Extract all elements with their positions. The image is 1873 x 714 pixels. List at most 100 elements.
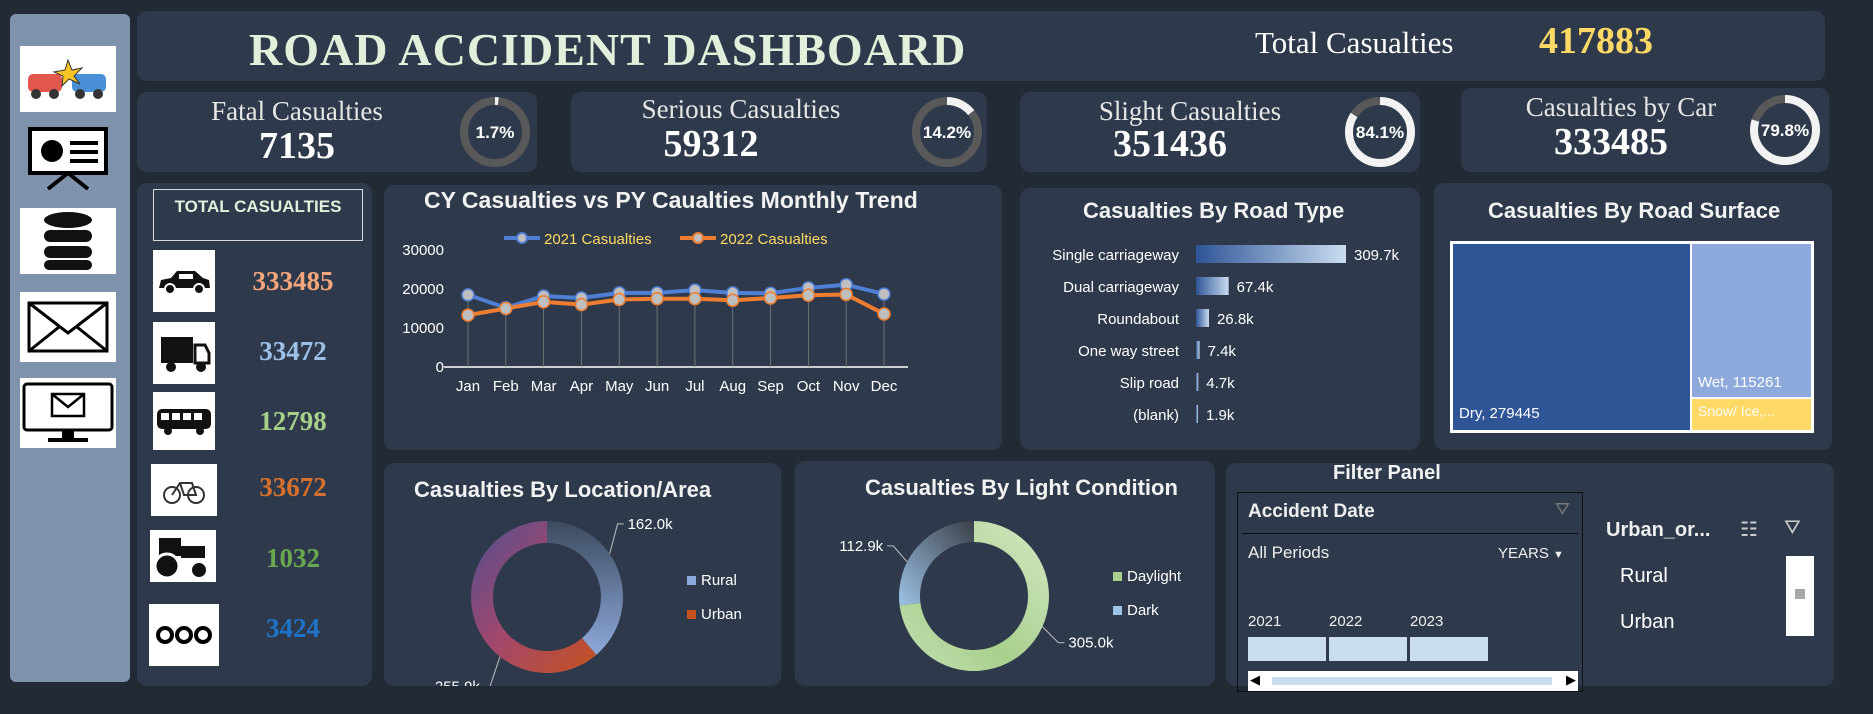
slice-value-label: 162.0k xyxy=(628,516,674,533)
treemap-label: Wet, 115261 xyxy=(1698,374,1782,391)
bar-category-label: Single carriageway xyxy=(1052,247,1179,264)
total-casualties-value: 417883 xyxy=(1539,20,1653,62)
kpi-serious: Serious Casualties 59312 14.2% xyxy=(571,92,987,172)
x-tick-label: Sep xyxy=(757,378,784,395)
bar-category-label: Roundabout xyxy=(1097,311,1180,328)
treemap-cell-dry: Dry, 279445 xyxy=(1453,244,1690,430)
data-point xyxy=(461,308,475,322)
treemap-label: Dry, 279445 xyxy=(1459,405,1540,422)
bar-category-label: (blank) xyxy=(1133,407,1179,424)
slice-value-label: 112.9k xyxy=(839,538,883,555)
donut-slice-rural xyxy=(547,521,623,655)
series-line xyxy=(467,292,885,318)
truck-icon xyxy=(153,322,215,384)
scroll-right-icon[interactable]: ▶ xyxy=(1566,672,1576,688)
area-slicer-title: Urban_or... xyxy=(1606,519,1711,541)
tractor-icon xyxy=(150,530,216,582)
legend-swatch xyxy=(687,610,696,619)
leader-line xyxy=(1042,626,1065,644)
kpi-ring: 79.8% xyxy=(1750,95,1820,165)
y-tick-label: 30000 xyxy=(402,242,444,259)
kpi-ring: 1.7% xyxy=(460,97,530,167)
data-point xyxy=(877,287,891,301)
presentation-icon[interactable] xyxy=(20,120,116,192)
date-slicer: Accident Date ⛛ All Periods YEARS ▼ 2021… xyxy=(1237,492,1583,692)
bar xyxy=(1196,405,1198,423)
scroll-left-icon[interactable]: ◀ xyxy=(1250,672,1260,688)
timeline-bar[interactable] xyxy=(1410,637,1488,661)
clear-filter-icon[interactable]: ⛛ xyxy=(1555,499,1570,520)
x-tick-label: May xyxy=(605,378,634,395)
vehicle-header: TOTAL CASUALTIES xyxy=(153,189,363,241)
kpi-slight: Slight Casualties 351436 84.1% xyxy=(1020,92,1420,172)
chart-title: Casualties By Road Surface xyxy=(1488,198,1781,223)
data-point xyxy=(461,288,475,302)
filter-title: Filter Panel xyxy=(1333,462,1441,484)
kpi-car: Casualties by Car 333485 79.8% xyxy=(1461,88,1829,172)
bar xyxy=(1196,245,1346,263)
timeline-scrollbar[interactable]: ◀ ▶ xyxy=(1248,671,1578,691)
slicer-scrollbar[interactable] xyxy=(1786,556,1814,636)
y-tick-label: 20000 xyxy=(402,281,444,298)
leader-line xyxy=(489,656,501,686)
data-point xyxy=(499,301,513,316)
vehicle-value: 333485 xyxy=(252,266,334,296)
x-tick-label: Mar xyxy=(531,378,557,395)
vehicle-value: 1032 xyxy=(266,543,320,573)
x-tick-label: Jun xyxy=(645,378,669,395)
timeline-bar[interactable] xyxy=(1329,637,1407,661)
x-tick-label: Nov xyxy=(833,378,860,395)
year-label: 2022 xyxy=(1329,613,1363,630)
time-level-dropdown[interactable]: YEARS ▼ xyxy=(1498,545,1564,562)
kpi-percent: 79.8% xyxy=(1761,121,1809,140)
scroll-thumb[interactable] xyxy=(1795,589,1805,599)
bar-value-label: 309.7k xyxy=(1354,247,1400,264)
treemap-cell-snow: Snow/ Ice,... xyxy=(1692,399,1811,430)
scroll-thumb[interactable] xyxy=(1272,677,1552,685)
bar xyxy=(1196,341,1200,359)
kpi-percent: 84.1% xyxy=(1356,123,1404,142)
bar xyxy=(1196,309,1209,327)
legend-label: 2021 Casualties xyxy=(544,231,652,248)
kpi-percent: 1.7% xyxy=(476,123,515,142)
dashboard-title: ROAD ACCIDENT DASHBOARD xyxy=(249,24,967,75)
legend-label: Daylight xyxy=(1127,568,1182,585)
other-icon xyxy=(149,604,219,666)
multi-select-icon[interactable]: ☷ xyxy=(1740,517,1758,542)
treemap-label: Snow/ Ice,... xyxy=(1698,403,1776,419)
kpi-value: 333485 xyxy=(1554,121,1668,163)
slicer-item-rural[interactable]: Rural xyxy=(1620,565,1668,588)
data-point xyxy=(612,292,627,307)
legend-label: Rural xyxy=(701,572,737,589)
data-point xyxy=(536,295,551,309)
clear-filter-icon[interactable]: ⛛ xyxy=(1784,517,1801,540)
period-text: All Periods xyxy=(1248,543,1330,562)
location-donut: 162.0k 255.9k Rural Urban xyxy=(435,516,742,686)
kpi-label: Casualties by Car xyxy=(1525,92,1717,122)
treemap-cell-wet: Wet, 115261 xyxy=(1692,244,1811,397)
bar-category-label: Dual carriageway xyxy=(1063,279,1179,296)
kpi-ring: 84.1% xyxy=(1345,97,1415,167)
leader-line xyxy=(609,523,624,555)
computer-mail-icon[interactable] xyxy=(20,378,116,448)
slicer-item-urban[interactable]: Urban xyxy=(1620,611,1674,634)
slice-value-label: 255.9k xyxy=(435,679,481,686)
line-chart: 2021 Casualties 2022 Casualties 30000 20000… xyxy=(402,231,908,395)
x-tick-label: Feb xyxy=(493,378,519,395)
filter-panel: Filter Panel Accident Date ⛛ All Periods… xyxy=(1226,462,1834,692)
timeline-bar[interactable] xyxy=(1248,637,1326,661)
mail-icon[interactable] xyxy=(20,292,116,362)
database-icon[interactable] xyxy=(20,208,116,274)
crash-icon[interactable] xyxy=(20,46,116,112)
slice-value-label: 305.0k xyxy=(1068,635,1114,652)
bicycle-icon xyxy=(151,464,217,516)
vehicle-value: 33472 xyxy=(259,336,327,366)
bar-chart: Single carriageway 309.7k Dual carriageway… xyxy=(1052,245,1400,424)
bar-value-label: 26.8k xyxy=(1217,311,1254,328)
sidebar xyxy=(10,14,130,682)
legend-label: Dark xyxy=(1127,602,1159,619)
time-level-label: YEARS xyxy=(1498,545,1549,562)
vehicle-value: 33672 xyxy=(259,472,327,502)
kpi-label: Serious Casualties xyxy=(641,94,841,124)
chevron-down-icon: ▼ xyxy=(1553,549,1564,561)
